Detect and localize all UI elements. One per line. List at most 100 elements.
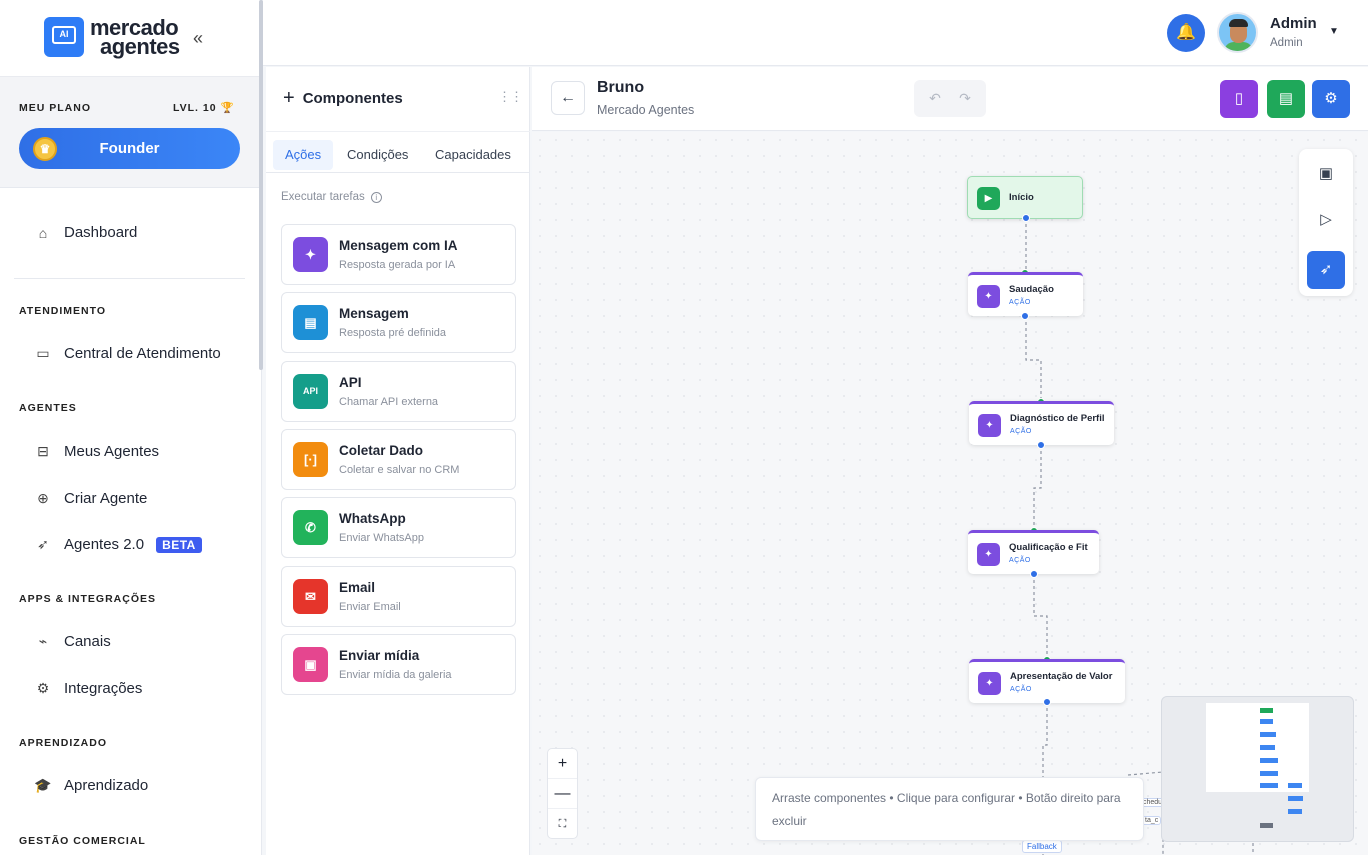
document-button[interactable]: ▤	[1267, 80, 1305, 118]
section-agentes: AGENTES	[19, 402, 77, 414]
flow-node-apresentacao[interactable]: ✦ Apresentação de Valor AÇÃO	[969, 659, 1125, 703]
redo-icon[interactable]: ↷	[959, 90, 971, 107]
nav-dashboard[interactable]: ⌂ Dashboard	[34, 224, 138, 241]
nav-integracoes[interactable]: ⚙ Integrações	[34, 680, 143, 697]
back-button[interactable]: ←	[551, 81, 585, 115]
node-output-port[interactable]	[1037, 441, 1045, 449]
component-card-email[interactable]: ✉ Email Enviar Email	[281, 566, 516, 627]
notifications-bell-icon[interactable]: 🔔	[1167, 14, 1205, 52]
info-icon: i	[370, 192, 382, 203]
document-icon: ▤	[1278, 90, 1294, 107]
plan-level: LVL. 10 🏆	[173, 102, 235, 114]
section-apps: APPS & INTEGRAÇÕES	[19, 593, 157, 605]
node-output-port[interactable]	[1030, 570, 1038, 578]
component-tabs: Ações Condições Capacidades	[266, 131, 530, 173]
sidebar: AI mercado agentes « MEU PLANO LVL. 10 🏆…	[0, 0, 262, 855]
section-aprendizado: APRENDIZADO	[19, 737, 108, 749]
undo-redo-group: ↶ ↷	[914, 80, 986, 117]
cart-logo-icon: AI	[44, 17, 84, 57]
tab-capacidades[interactable]: Capacidades	[423, 140, 523, 170]
node-output-port[interactable]	[1043, 698, 1051, 706]
flow-canvas[interactable]: ▶ Início ✦ Saudação AÇÃO ✦ Diagnóstico d…	[532, 132, 1368, 855]
component-card-enviar-midia[interactable]: ▣ Enviar mídia Enviar mídia da galeria	[281, 634, 516, 695]
run-button[interactable]: ▷	[1307, 201, 1345, 239]
deploy-button[interactable]: ➶	[1307, 251, 1345, 289]
fit-view-button[interactable]: ⛶	[548, 809, 577, 839]
play-icon: ▷	[1320, 211, 1332, 228]
beta-badge: BETA	[156, 536, 202, 553]
crown-badge-icon: ♛	[33, 137, 57, 161]
section-atendimento: ATENDIMENTO	[19, 305, 107, 317]
flow-node-saudacao[interactable]: ✦ Saudação AÇÃO	[968, 272, 1083, 316]
node-output-port[interactable]	[1022, 214, 1030, 222]
message-icon: ▤	[293, 305, 328, 340]
nav-agentes-2[interactable]: ➶ Agentes 2.0 BETA	[34, 536, 202, 553]
components-title: + Componentes	[283, 87, 403, 109]
flow-node-qualificacao[interactable]: ✦ Qualificação e Fit AÇÃO	[968, 530, 1099, 574]
tab-acoes[interactable]: Ações	[273, 140, 334, 170]
flow-node-diagnostico[interactable]: ✦ Diagnóstico de Perfil AÇÃO	[969, 401, 1114, 445]
sparkle-icon: ✦	[978, 672, 1001, 695]
book-button[interactable]: ▯	[1220, 80, 1258, 118]
top-bar: 🔔 Admin Admin ▼	[263, 0, 1368, 66]
rocket-icon: ➶	[1319, 261, 1333, 278]
agent-subtitle: Mercado Agentes	[597, 103, 695, 117]
tab-condicoes[interactable]: Condições	[335, 140, 420, 170]
rocket-icon: ➶	[37, 536, 49, 552]
collect-data-icon: [·]	[293, 442, 328, 477]
graduation-cap-icon: 🎓	[34, 777, 52, 793]
avatar[interactable]	[1217, 12, 1258, 53]
plus-icon: +	[283, 87, 295, 109]
fallback-edge-label[interactable]: Fallback	[1022, 840, 1062, 853]
settings-button[interactable]: ⚙	[1312, 80, 1350, 118]
nav-central-atendimento[interactable]: ▭ Central de Atendimento	[34, 345, 220, 362]
mail-icon: ✉	[293, 579, 328, 614]
section-gestao-comercial: GESTÃO COMERCIAL	[19, 835, 146, 847]
component-card-mensagem[interactable]: ▤ Mensagem Resposta pré definida	[281, 292, 516, 353]
flow-node-inicio[interactable]: ▶ Início	[967, 176, 1083, 219]
logo[interactable]: AI mercado agentes	[44, 17, 180, 59]
save-button[interactable]: ▣	[1307, 155, 1345, 193]
robot-icon: ⊟	[37, 443, 49, 459]
canvas-side-toolbar: ▣ ▷ ➶	[1299, 149, 1353, 296]
image-icon: ▣	[293, 647, 328, 682]
canvas-header: ← Bruno Mercado Agentes ↶ ↷ ▯ ▤ ⚙	[532, 67, 1368, 131]
nav-criar-agente[interactable]: ⊕ Criar Agente	[34, 490, 147, 507]
divider	[14, 278, 245, 279]
edge-2	[1025, 316, 1042, 401]
play-icon: ▶	[977, 187, 1000, 210]
minimap[interactable]	[1161, 696, 1354, 842]
minimap-viewport[interactable]	[1206, 703, 1309, 792]
component-card-coletar-dado[interactable]: [·] Coletar Dado Coletar e salvar no CRM	[281, 429, 516, 490]
chevron-down-icon[interactable]: ▼	[1329, 26, 1339, 37]
component-card-whatsapp[interactable]: ✆ WhatsApp Enviar WhatsApp	[281, 497, 516, 558]
drag-grip-icon[interactable]: ⋮⋮	[498, 89, 523, 105]
home-icon: ⌂	[38, 224, 48, 241]
plus-circle-icon: ⊕	[37, 490, 49, 506]
canvas-hint: Arraste componentes • Clique para config…	[755, 777, 1144, 841]
collapse-sidebar-icon[interactable]: «	[193, 28, 203, 49]
integrations-icon: ⚙	[36, 680, 50, 696]
sparkle-icon: ✦	[293, 237, 328, 272]
sparkle-icon: ✦	[978, 414, 1001, 437]
undo-icon[interactable]: ↶	[929, 90, 941, 107]
sparkle-icon: ✦	[977, 285, 1000, 308]
edge-4	[1033, 574, 1048, 659]
zoom-out-button[interactable]: —	[548, 779, 577, 809]
save-icon: ▣	[1318, 165, 1334, 182]
brand-line-2: agentes	[100, 34, 180, 59]
nav-canais[interactable]: ⌁ Canais	[34, 633, 111, 650]
component-card-api[interactable]: API API Chamar API externa	[281, 361, 516, 422]
user-name: Admin	[1270, 15, 1317, 32]
components-subtitle: Executar tarefas i	[281, 191, 382, 203]
component-card-mensagem-ia[interactable]: ✦ Mensagem com IA Resposta gerada por IA	[281, 224, 516, 285]
api-icon: API	[293, 374, 328, 409]
node-output-port[interactable]	[1021, 312, 1029, 320]
chat-icon: ▭	[36, 345, 50, 361]
nav-aprendizado[interactable]: 🎓 Aprendizado	[34, 777, 148, 794]
components-panel: + Componentes ⋮⋮ Ações Condições Capacida…	[266, 67, 530, 855]
nav-meus-agentes[interactable]: ⊟ Meus Agentes	[34, 443, 159, 460]
founder-plan-button[interactable]: ♛ Founder	[19, 128, 240, 169]
zoom-in-button[interactable]: +	[548, 749, 577, 779]
trophy-icon: 🏆	[220, 102, 235, 114]
